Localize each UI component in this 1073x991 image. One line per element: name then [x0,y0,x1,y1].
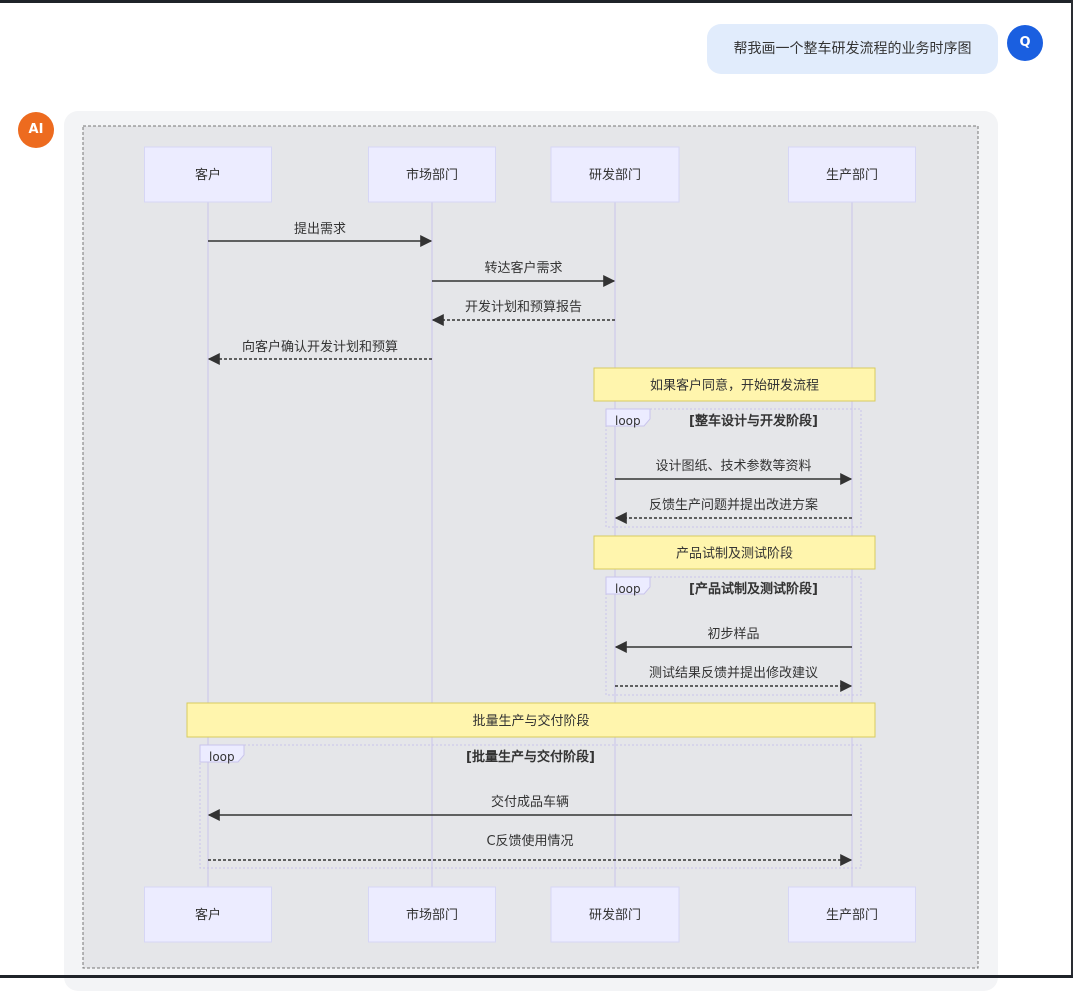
message-label: 转达客户需求 [484,260,562,276]
participant-label-top: 客户 [195,167,221,183]
note-label: 产品试制及测试阶段 [676,547,793,562]
loop-title: [整车设计与开发阶段] [689,413,818,429]
message-label: 设计图纸、技术参数等资料 [655,458,811,474]
participant-label-top: 研发部门 [589,167,641,183]
message-label: C反馈使用情况 [486,833,573,849]
participant-label-top: 市场部门 [406,167,458,183]
message-label: 交付成品车辆 [491,794,569,810]
message-label: 向客户确认开发计划和预算 [242,339,398,355]
sequence-diagram: 客户客户市场部门市场部门研发部门研发部门生产部门生产部门 如果客户同意，开始研发… [82,125,979,969]
loop-keyword: loop [615,582,641,596]
note-label: 批量生产与交付阶段 [472,713,589,729]
participant-label-top: 生产部门 [826,168,878,183]
message-label: 提出需求 [294,221,346,237]
loop-title: [产品试制及测试阶段] [689,581,818,597]
participant-label-bottom: 研发部门 [589,907,641,923]
participant-label-bottom: 市场部门 [406,907,458,923]
loop-title: [批量生产与交付阶段] [466,749,595,765]
note-label: 如果客户同意，开始研发流程 [650,378,819,394]
participant-label-bottom: 生产部门 [826,908,878,923]
loop-keyword: loop [209,750,235,764]
message-label: 开发计划和预算报告 [465,299,582,315]
message-label: 测试结果反馈并提出修改建议 [649,665,818,681]
participant-label-bottom: 客户 [195,907,221,923]
message-label: 初步样品 [707,627,759,642]
message-label: 反馈生产问题并提出改进方案 [649,497,818,513]
loop-keyword: loop [615,414,641,428]
